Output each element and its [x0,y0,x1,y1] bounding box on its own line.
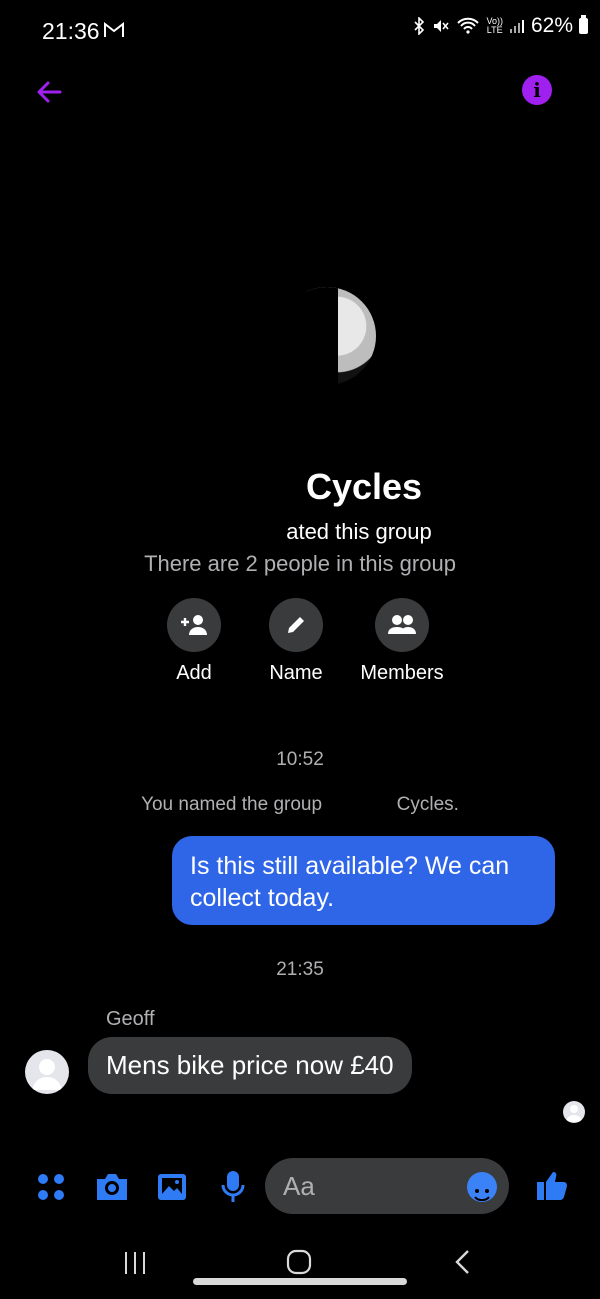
group-created-text: ated this group [0,519,600,545]
signal-icon [509,20,524,33]
composer: Aa [0,1158,600,1216]
system-text-b: Cycles. [396,794,459,815]
outgoing-message[interactable]: Is this still available? We can collect … [172,836,555,925]
system-message: You named the group Cycles. [0,794,600,816]
system-text-a: You named the group [141,794,323,815]
seen-avatar [563,1101,585,1123]
timestamp: 21:35 [276,959,324,980]
members-label: Members [360,662,444,684]
menu-dots-icon[interactable] [36,1172,66,1202]
home-indicator[interactable] [193,1278,407,1285]
message-placeholder: Aa [283,1171,315,1201]
add-button[interactable]: Add [139,598,249,685]
battery-percent: 62% [530,14,573,37]
timestamp: 10:52 [276,749,324,770]
camera-icon[interactable] [94,1171,130,1203]
info-icon[interactable]: i [522,75,552,105]
battery-icon [579,15,588,34]
avatar[interactable] [25,1050,69,1094]
wifi-icon [457,17,480,34]
status-time: 21:36 [42,18,100,44]
back-nav-icon[interactable] [452,1249,474,1275]
add-person-icon [167,598,221,652]
home-icon[interactable] [286,1249,312,1275]
microphone-icon[interactable] [219,1169,247,1205]
created-text: ated this group [286,519,432,544]
emoji-icon[interactable] [467,1172,497,1202]
message-input[interactable]: Aa [265,1158,509,1214]
bluetooth-icon [414,17,425,35]
recent-apps-icon[interactable] [122,1250,148,1276]
group-avatar [278,287,376,385]
like-icon[interactable] [535,1168,569,1202]
back-arrow-icon[interactable] [30,72,70,112]
gmail-icon [104,22,124,37]
navigation-bar [0,1240,600,1299]
name-button[interactable]: Name [241,598,351,685]
pencil-icon [269,598,323,652]
members-icon [375,598,429,652]
incoming-message[interactable]: Mens bike price now £40 [88,1037,412,1094]
group-people-count: There are 2 people in this group [144,551,456,576]
status-icons: Vo)) LTE 62% [412,14,588,38]
name-label: Name [269,662,323,684]
add-label: Add [176,662,212,684]
mute-icon [434,20,450,32]
group-name: Cycles [0,466,600,508]
lte-indicator: Vo)) LTE [486,16,503,35]
group-name-text: Cycles [305,466,423,507]
members-button[interactable]: Members [347,598,457,685]
gallery-icon[interactable] [156,1171,188,1203]
sender-name: Geoff [106,1008,155,1030]
